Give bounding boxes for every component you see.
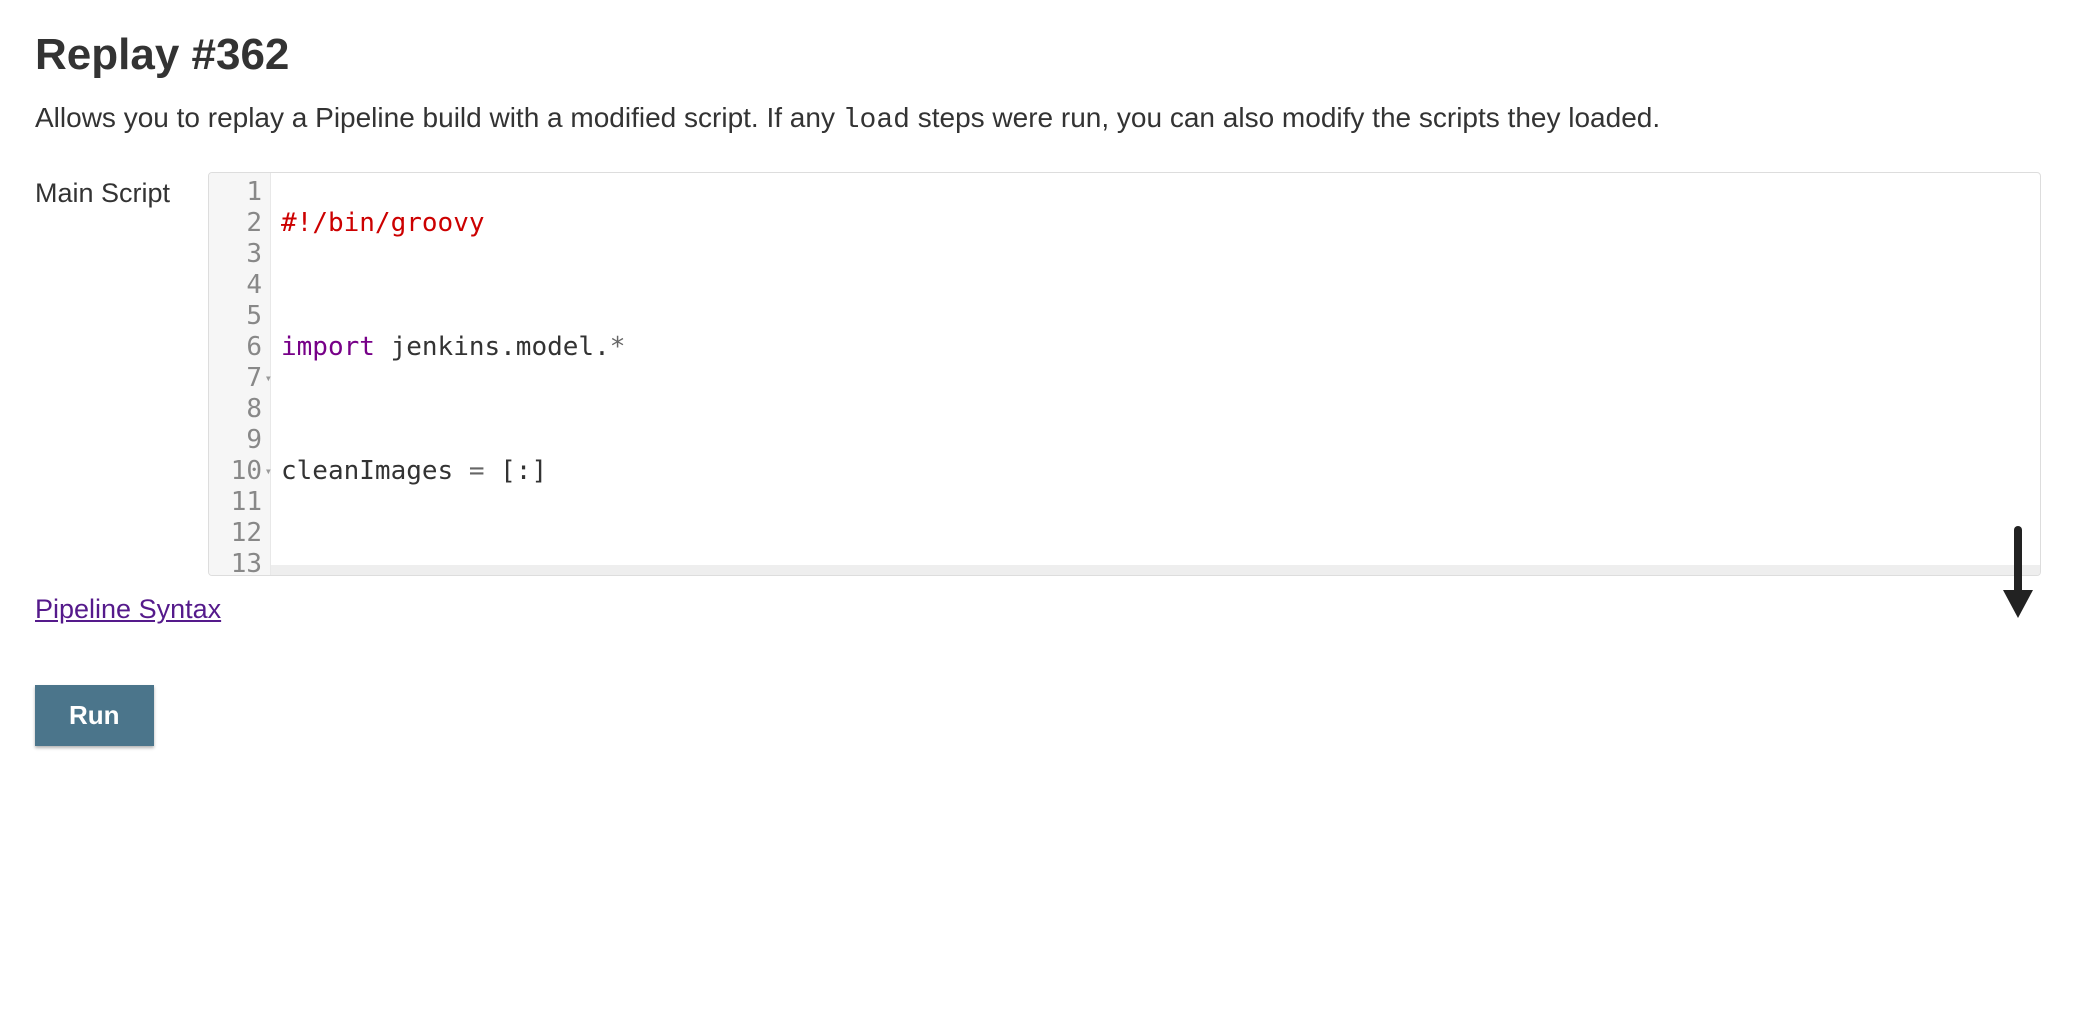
page-description: Allows you to replay a Pipeline build wi… (35, 98, 2041, 140)
gutter-line: 2 (221, 208, 262, 239)
gutter-line: 12 (221, 518, 262, 549)
code-line (281, 394, 2030, 425)
script-form-row: Main Script 1 2 3 4 5 6 7▾ 8 9 10▾ 11 12… (35, 172, 2041, 576)
description-text-post: steps were run, you can also modify the … (910, 102, 1660, 133)
gutter-line: 11 (221, 487, 262, 518)
editor-code-area[interactable]: #!/bin/groovy import jenkins.model.* cle… (271, 173, 2040, 575)
gutter-line: 7▾ (221, 363, 262, 394)
gutter-line: 13 (221, 549, 262, 576)
fold-toggle-icon[interactable]: ▾ (265, 456, 272, 487)
code-line: cleanImages = [:] (281, 456, 2030, 487)
gutter-line: 1 (221, 177, 262, 208)
fold-toggle-icon[interactable]: ▾ (265, 363, 272, 394)
page-title: Replay #362 (35, 30, 2041, 80)
pipeline-syntax-link[interactable]: Pipeline Syntax (35, 594, 221, 625)
gutter-line: 3 (221, 239, 262, 270)
script-label: Main Script (35, 172, 190, 209)
editor-gutter: 1 2 3 4 5 6 7▾ 8 9 10▾ 11 12 13 (209, 173, 271, 575)
gutter-line: 9 (221, 425, 262, 456)
gutter-line: 10▾ (221, 456, 262, 487)
main-script-editor[interactable]: 1 2 3 4 5 6 7▾ 8 9 10▾ 11 12 13 #!/bin/g… (208, 172, 2041, 576)
gutter-line: 4 (221, 270, 262, 301)
code-line (281, 518, 2030, 549)
button-row: Run (35, 685, 2041, 746)
code-line (281, 270, 2030, 301)
run-button[interactable]: Run (35, 685, 154, 746)
editor-horizontal-scrollbar[interactable] (271, 565, 2040, 575)
description-code-literal: load (843, 105, 910, 136)
description-text-pre: Allows you to replay a Pipeline build wi… (35, 102, 843, 133)
gutter-line: 6 (221, 332, 262, 363)
gutter-line: 8 (221, 394, 262, 425)
gutter-line: 5 (221, 301, 262, 332)
code-line: #!/bin/groovy (281, 208, 2030, 239)
code-line: import jenkins.model.* (281, 332, 2030, 363)
